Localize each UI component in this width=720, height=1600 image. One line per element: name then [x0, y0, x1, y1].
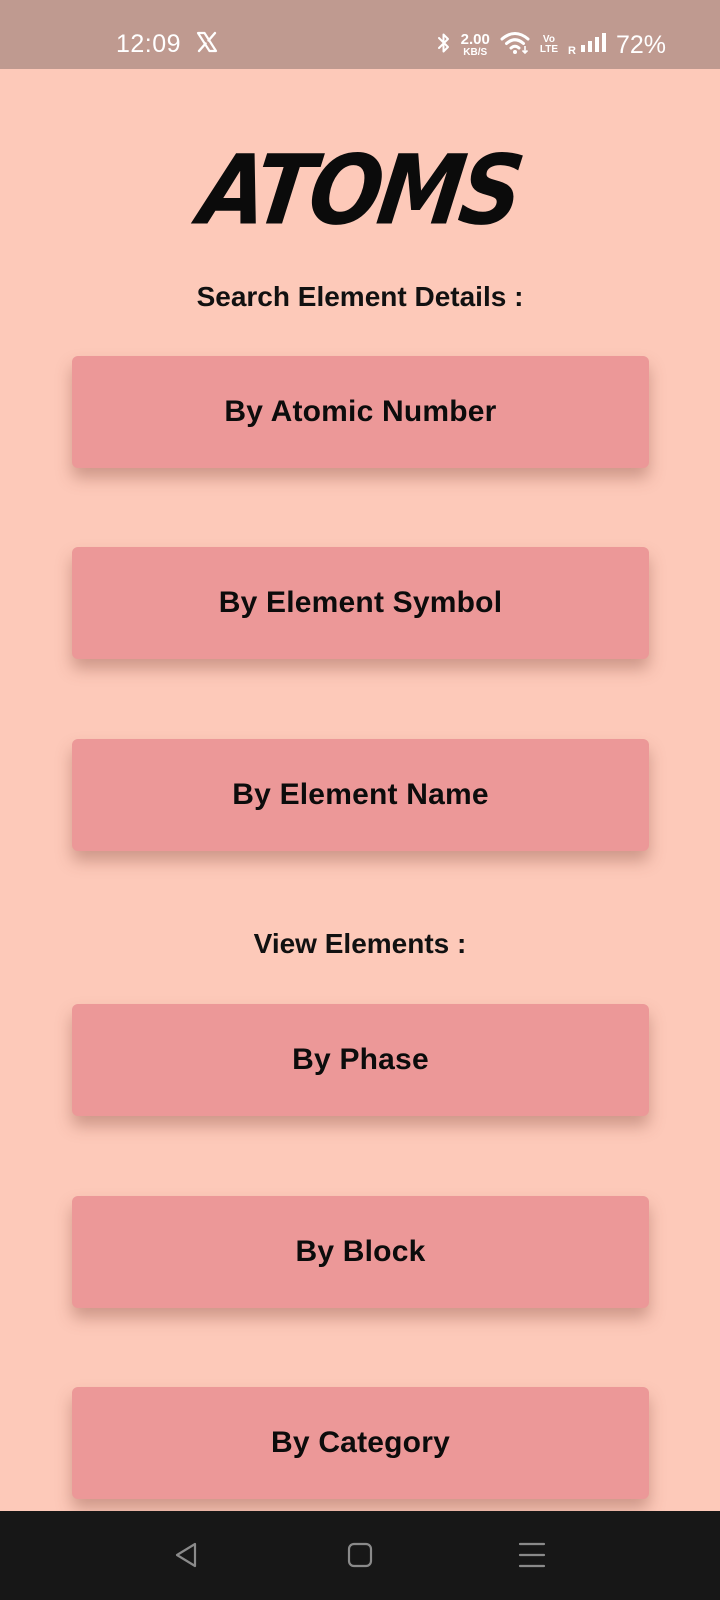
network-speed: 2.00 KB/S: [461, 32, 490, 58]
volte-bottom: LTE: [539, 44, 558, 55]
app-logo-text: ATOMS: [193, 135, 527, 247]
status-time: 12:09: [116, 30, 182, 58]
wifi-icon: [500, 31, 530, 60]
status-bar: 12:09 2.00 KB/S Vo LTE R 72%: [0, 0, 720, 69]
back-icon[interactable]: [173, 1541, 199, 1574]
navigation-bar: [0, 1511, 720, 1600]
by-element-name-button[interactable]: By Element Name: [72, 739, 649, 851]
roaming-indicator: R: [568, 45, 576, 57]
by-atomic-number-button[interactable]: By Atomic Number: [72, 356, 649, 468]
x-logo-icon: [196, 31, 218, 58]
by-phase-button[interactable]: By Phase: [72, 1004, 649, 1116]
recents-menu-icon[interactable]: [518, 1541, 546, 1574]
battery-percent: 72%: [615, 30, 666, 59]
by-category-button[interactable]: By Category: [72, 1387, 649, 1499]
view-section-label: View Elements :: [253, 928, 467, 959]
status-icons: 2.00 KB/S Vo LTE R 72%: [437, 30, 666, 60]
home-icon[interactable]: [347, 1541, 373, 1574]
volte-indicator: Vo LTE: [539, 34, 558, 56]
bluetooth-icon: [437, 31, 451, 60]
network-speed-value: 2.00: [460, 31, 490, 48]
by-element-symbol-button[interactable]: By Element Symbol: [72, 547, 649, 659]
main-content: ATOMS Search Element Details : By Atomic…: [0, 69, 720, 1511]
network-speed-unit: KB/S: [463, 47, 488, 58]
search-section-label: Search Element Details :: [196, 281, 524, 312]
signal-icon: [580, 32, 606, 59]
app-logo: ATOMS: [0, 135, 720, 247]
by-block-button[interactable]: By Block: [72, 1196, 649, 1308]
